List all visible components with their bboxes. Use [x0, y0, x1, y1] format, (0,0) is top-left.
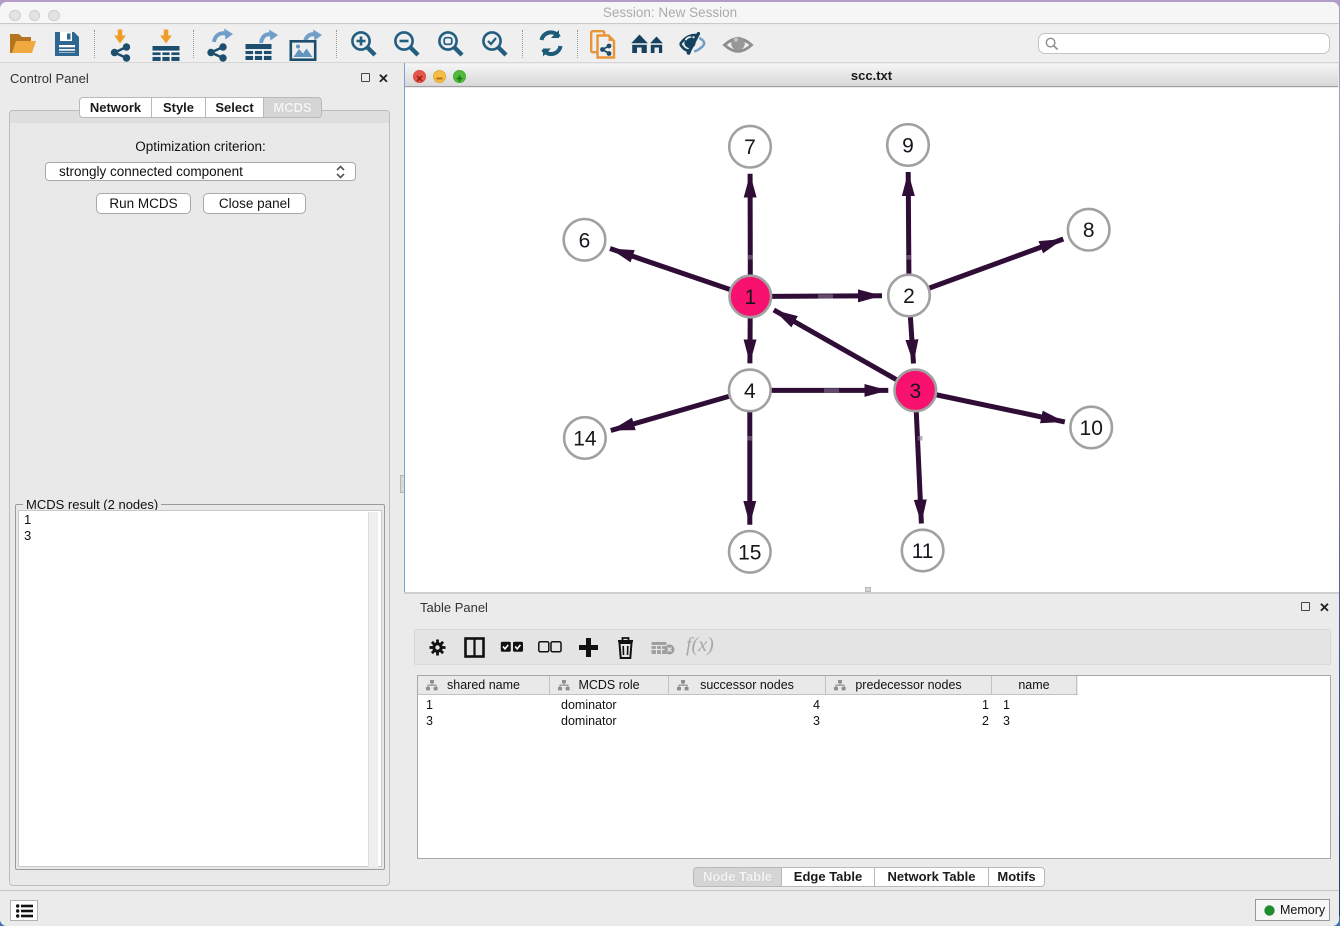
svg-text:3: 3 [909, 380, 921, 403]
svg-text:10: 10 [1080, 417, 1103, 440]
svg-text:14: 14 [573, 428, 597, 451]
svg-text:15: 15 [738, 541, 761, 564]
svg-text:2: 2 [903, 285, 915, 308]
svg-text:7: 7 [744, 136, 756, 159]
svg-text:4: 4 [744, 380, 756, 403]
svg-text:6: 6 [579, 229, 591, 252]
svg-text:11: 11 [912, 540, 934, 563]
svg-text:9: 9 [902, 135, 914, 158]
svg-text:1: 1 [744, 286, 756, 309]
svg-text:8: 8 [1083, 219, 1095, 242]
